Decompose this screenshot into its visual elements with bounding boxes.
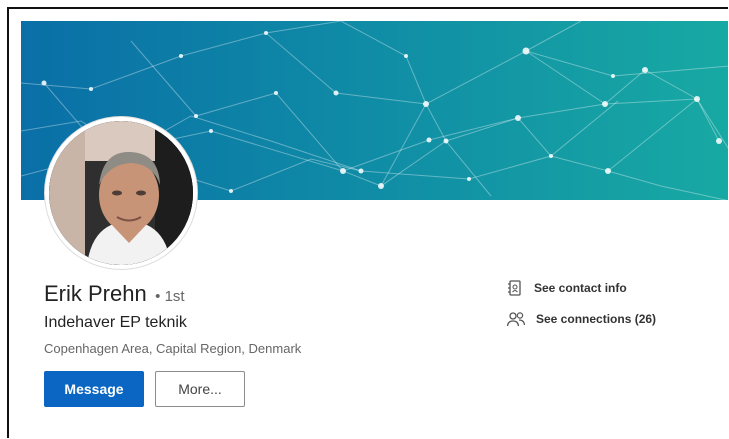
see-contact-info-label: See contact info xyxy=(534,281,627,295)
profile-headline: Indehaver EP teknik xyxy=(44,314,187,331)
profile-photo xyxy=(49,121,193,265)
contact-card-icon xyxy=(506,279,524,297)
connection-degree: • 1st xyxy=(155,288,185,305)
avatar[interactable] xyxy=(45,117,197,269)
see-connections-label: See connections (26) xyxy=(536,312,657,326)
message-button[interactable]: Message xyxy=(44,371,144,407)
more-button[interactable]: More... xyxy=(155,371,245,407)
profile-name-row: Erik Prehn • 1st xyxy=(44,281,185,307)
profile-name: Erik Prehn xyxy=(44,281,147,306)
see-connections-link[interactable]: See connections (26) xyxy=(506,310,656,328)
profile-card: Erik Prehn • 1st Indehaver EP teknik Cop… xyxy=(7,7,728,438)
see-contact-info-link[interactable]: See contact info xyxy=(506,279,627,297)
people-icon xyxy=(506,310,526,328)
profile-location: Copenhagen Area, Capital Region, Denmark xyxy=(44,341,302,356)
